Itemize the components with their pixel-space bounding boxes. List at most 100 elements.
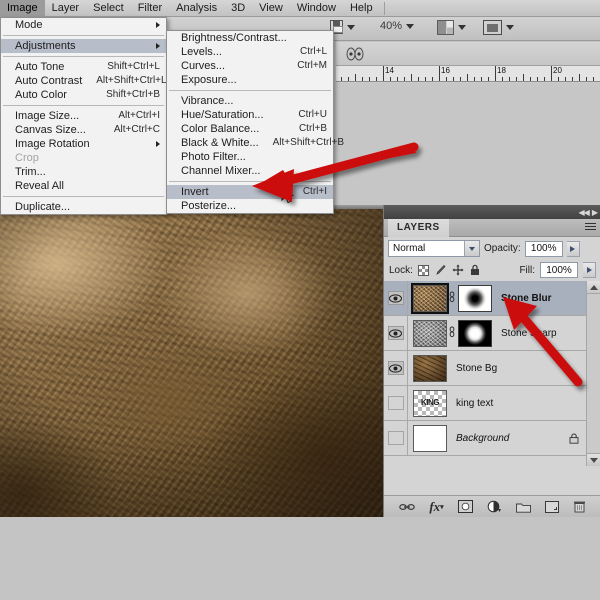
- menu-help[interactable]: Help: [343, 0, 380, 17]
- layer-visibility-cell[interactable]: [384, 281, 408, 316]
- mask-link-icon[interactable]: [447, 291, 456, 305]
- image-menu-item-canvas-size[interactable]: Canvas Size...Alt+Ctrl+C: [1, 123, 166, 137]
- image-menu-item-trim[interactable]: Trim...: [1, 165, 166, 179]
- blend-mode-select[interactable]: Normal: [388, 240, 480, 257]
- arrange-documents-icon[interactable]: [437, 20, 454, 35]
- image-menu-item-auto-contrast[interactable]: Auto ContrastAlt+Shift+Ctrl+L: [1, 74, 166, 88]
- layer-name[interactable]: king text: [456, 398, 493, 409]
- eye-icon[interactable]: [388, 326, 404, 340]
- chevron-down-icon[interactable]: [347, 25, 355, 30]
- menu-3d[interactable]: 3D: [224, 0, 252, 17]
- layer-mask-thumbnail[interactable]: [458, 320, 492, 347]
- adjustments-menu-item-posterize[interactable]: Posterize...: [167, 199, 333, 213]
- layer-thumbnail[interactable]: [413, 320, 447, 347]
- adjustments-menu-item-hue-saturation[interactable]: Hue/Saturation...Ctrl+U: [167, 108, 333, 122]
- opacity-slider-button[interactable]: [567, 241, 580, 257]
- fill-slider-button[interactable]: [583, 262, 596, 278]
- layer-visibility-cell[interactable]: [384, 351, 408, 386]
- chevron-down-icon[interactable]: [406, 24, 414, 29]
- expand-panel-icon[interactable]: ▶: [592, 208, 597, 217]
- image-menu-dropdown[interactable]: ModeAdjustmentsAuto ToneShift+Ctrl+LAuto…: [0, 17, 167, 215]
- scroll-down-button[interactable]: [587, 453, 600, 466]
- layer-row[interactable]: Background: [384, 421, 587, 456]
- adjustments-menu-item-invert[interactable]: InvertCtrl+I: [167, 185, 333, 199]
- new-group-icon[interactable]: [516, 501, 531, 513]
- collapse-panel-icon[interactable]: ◀◀: [579, 208, 589, 217]
- layer-visibility-cell[interactable]: [384, 316, 408, 351]
- image-menu-item-reveal-all[interactable]: Reveal All: [1, 179, 166, 193]
- mask-link-icon[interactable]: [447, 326, 456, 340]
- image-menu-item-adjustments[interactable]: Adjustments: [1, 39, 166, 53]
- eye-off-icon[interactable]: [388, 431, 404, 445]
- arrange-documents-group[interactable]: [437, 20, 466, 35]
- image-menu-item-mode[interactable]: Mode: [1, 18, 166, 32]
- adjustments-menu-item-photo-filter[interactable]: Photo Filter...: [167, 150, 333, 164]
- layer-visibility-cell[interactable]: [384, 386, 408, 421]
- layer-name[interactable]: Stone Sharp: [501, 328, 557, 339]
- adjustments-menu-item-color-balance[interactable]: Color Balance...Ctrl+B: [167, 122, 333, 136]
- menu-view[interactable]: View: [252, 0, 290, 17]
- layer-row[interactable]: Stone Bg: [384, 351, 587, 386]
- adjustments-menu-item-vibrance[interactable]: Vibrance...: [167, 94, 333, 108]
- move-lock-icon[interactable]: [452, 264, 464, 276]
- layer-name[interactable]: Stone Bg: [456, 363, 497, 374]
- opacity-input[interactable]: 100%: [525, 241, 563, 257]
- menu-select[interactable]: Select: [86, 0, 131, 17]
- eye-icon[interactable]: [388, 291, 404, 305]
- layer-thumbnail[interactable]: [413, 285, 447, 312]
- layer-row[interactable]: Stone Blur: [384, 281, 587, 316]
- new-adjustment-layer-icon[interactable]: ▾: [487, 500, 502, 513]
- layer-list[interactable]: Stone Blur Stone Sharp Stone Bg KING king te…: [384, 281, 587, 466]
- menu-filter[interactable]: Filter: [131, 0, 169, 17]
- paint-lock-icon[interactable]: [435, 264, 447, 276]
- menu-image[interactable]: Image: [0, 0, 45, 17]
- image-menu-item-auto-color[interactable]: Auto ColorShift+Ctrl+B: [1, 88, 166, 102]
- transparency-lock-icon[interactable]: [418, 264, 430, 276]
- delete-layer-icon[interactable]: [573, 500, 586, 513]
- layer-row[interactable]: Stone Sharp: [384, 316, 587, 351]
- adjustments-menu-item-levels[interactable]: Levels...Ctrl+L: [167, 45, 333, 59]
- adjustments-menu-item-exposure[interactable]: Exposure...: [167, 73, 333, 87]
- layer-thumbnail[interactable]: KING: [413, 390, 447, 417]
- layer-name[interactable]: Stone Blur: [501, 293, 552, 304]
- tab-layers[interactable]: LAYERS: [388, 219, 449, 237]
- layer-style-fx-icon[interactable]: fx▾: [429, 499, 443, 515]
- eye-icon[interactable]: [388, 361, 404, 375]
- chevron-down-icon[interactable]: [458, 25, 466, 30]
- fill-input[interactable]: 100%: [540, 262, 578, 278]
- adjustments-menu-item-black-white[interactable]: Black & White...Alt+Shift+Ctrl+B: [167, 136, 333, 150]
- chevron-down-icon[interactable]: [464, 241, 479, 256]
- screen-mode-group[interactable]: [483, 20, 514, 35]
- zoom-level-group[interactable]: 40%: [380, 20, 414, 32]
- adjustments-menu-item-channel-mixer[interactable]: Channel Mixer...: [167, 164, 333, 178]
- image-menu-item-image-rotation[interactable]: Image Rotation: [1, 137, 166, 151]
- chevron-down-icon[interactable]: [506, 25, 514, 30]
- layer-visibility-cell[interactable]: [384, 421, 408, 456]
- image-canvas[interactable]: [0, 205, 383, 517]
- eye-off-icon[interactable]: [388, 396, 404, 410]
- layers-scrollbar[interactable]: [586, 281, 600, 466]
- menu-analysis[interactable]: Analysis: [169, 0, 224, 17]
- menu-layer[interactable]: Layer: [45, 0, 87, 17]
- scroll-up-button[interactable]: [587, 281, 600, 294]
- all-lock-icon[interactable]: [469, 264, 481, 276]
- horizontal-ruler[interactable]: 14161820: [336, 66, 600, 82]
- screen-mode-icon[interactable]: [483, 20, 502, 35]
- link-layers-icon[interactable]: [399, 502, 415, 512]
- adjustments-submenu[interactable]: Brightness/Contrast...Levels...Ctrl+LCur…: [166, 30, 334, 214]
- new-layer-icon[interactable]: [545, 501, 559, 513]
- adjustments-menu-item-curves[interactable]: Curves...Ctrl+M: [167, 59, 333, 73]
- menu-window[interactable]: Window: [290, 0, 343, 17]
- layer-row[interactable]: KING king text: [384, 386, 587, 421]
- image-menu-item-image-size[interactable]: Image Size...Alt+Ctrl+I: [1, 109, 166, 123]
- image-menu-item-duplicate[interactable]: Duplicate...: [1, 200, 166, 214]
- layer-thumbnail[interactable]: [413, 425, 447, 452]
- panel-collapse-bar[interactable]: ◀◀ ▶: [384, 205, 600, 219]
- layer-mask-thumbnail[interactable]: [458, 285, 492, 312]
- layer-thumbnail[interactable]: [413, 355, 447, 382]
- layer-name[interactable]: Background: [456, 433, 509, 444]
- adjustments-menu-item-brightness-contrast[interactable]: Brightness/Contrast...: [167, 31, 333, 45]
- panel-menu-icon[interactable]: [585, 223, 596, 233]
- image-menu-item-auto-tone[interactable]: Auto ToneShift+Ctrl+L: [1, 60, 166, 74]
- add-layer-mask-icon[interactable]: [458, 500, 473, 513]
